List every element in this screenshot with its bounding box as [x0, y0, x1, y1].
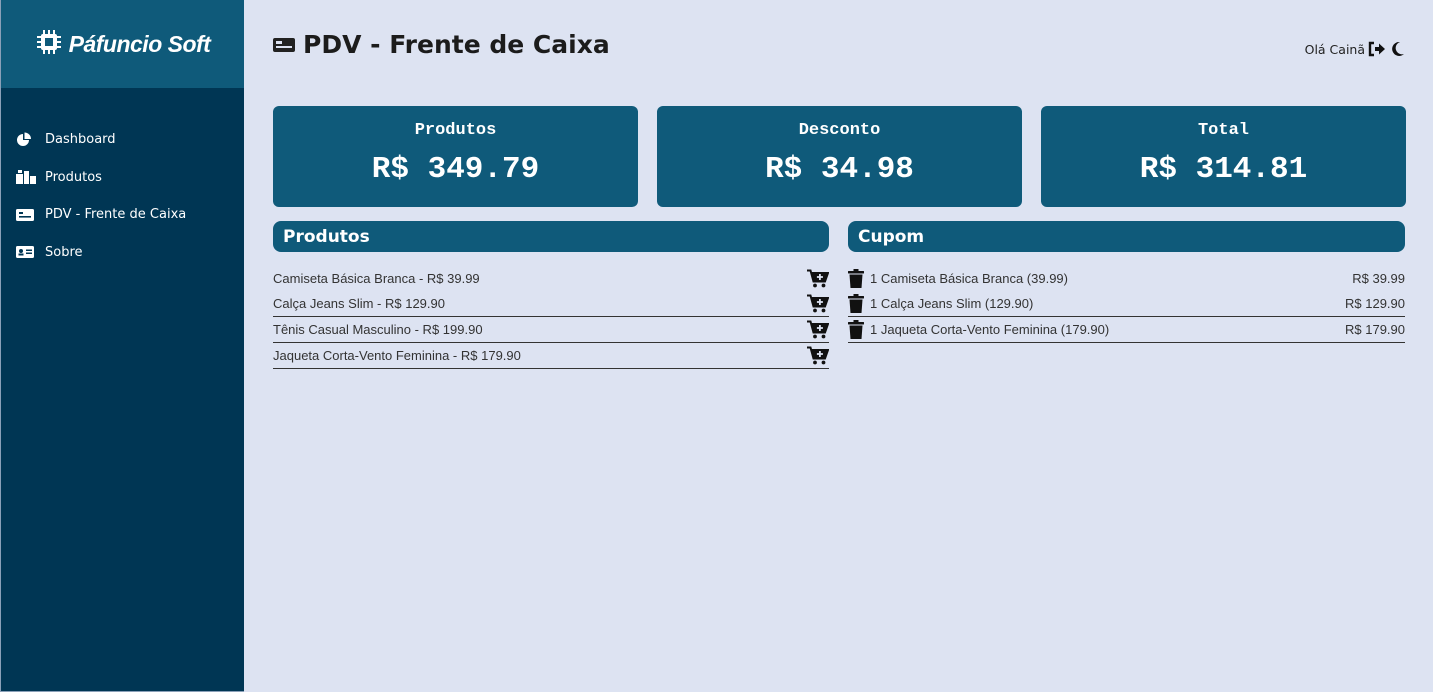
sidebar: Páfuncio Soft Dashboard Produtos PDV - F…: [0, 0, 244, 692]
list-item: 1 Camiseta Básica Branca (39.99) R$ 39.9…: [848, 265, 1405, 291]
desconto-card: Desconto R$ 34.98: [657, 106, 1022, 207]
product-label: Jaqueta Corta-Vento Feminina - R$ 179.90: [273, 348, 521, 363]
card-value: R$ 314.81: [1139, 152, 1308, 187]
list-item: 1 Calça Jeans Slim (129.90) R$ 129.90: [848, 291, 1405, 317]
page-title-text: PDV - Frente de Caixa: [303, 30, 610, 59]
card-label: Desconto: [798, 121, 881, 140]
list-item: 1 Jaqueta Corta-Vento Feminina (179.90) …: [848, 317, 1405, 343]
add-to-cart-icon[interactable]: [807, 320, 829, 339]
sidebar-item-label: Dashboard: [45, 132, 116, 148]
money-bill-icon: [273, 30, 295, 59]
product-label: Tênis Casual Masculino - R$ 199.90: [273, 322, 483, 337]
list-item: Calça Jeans Slim - R$ 129.90: [273, 291, 829, 317]
pie-chart-icon: [16, 132, 36, 148]
coupon-item-price: R$ 39.99: [1352, 270, 1405, 286]
panel-title: Cupom: [848, 221, 1405, 252]
brand-logo[interactable]: Páfuncio Soft: [1, 0, 244, 88]
product-label: Camiseta Básica Branca - R$ 39.99: [273, 270, 480, 286]
sidebar-item-pdv[interactable]: PDV - Frente de Caixa: [1, 196, 244, 234]
card-value: R$ 34.98: [765, 152, 914, 187]
coupon-item-label: 1 Camiseta Básica Branca (39.99): [870, 270, 1068, 286]
product-label: Calça Jeans Slim - R$ 129.90: [273, 296, 445, 311]
produtos-card: Produtos R$ 349.79: [273, 106, 638, 207]
boxes-icon: [16, 169, 36, 185]
sidebar-item-produtos[interactable]: Produtos: [1, 159, 244, 197]
list-item: Tênis Casual Masculino - R$ 199.90: [273, 317, 829, 343]
user-area: Olá Cainã: [1305, 41, 1405, 57]
coupon-item-left: 1 Camiseta Básica Branca (39.99): [848, 268, 1068, 288]
summary-cards: Produtos R$ 349.79 Desconto R$ 34.98 Tot…: [273, 106, 1406, 207]
panel-title: Produtos: [273, 221, 829, 252]
trash-icon[interactable]: [848, 268, 864, 288]
sidebar-nav: Dashboard Produtos PDV - Frente de Caixa…: [1, 121, 244, 271]
coupon-item-left: 1 Calça Jeans Slim (129.90): [848, 294, 1033, 313]
add-to-cart-icon[interactable]: [807, 269, 829, 288]
user-greeting: Olá Cainã: [1304, 41, 1365, 57]
coupon-item-left: 1 Jaqueta Corta-Vento Feminina (179.90): [848, 320, 1109, 339]
logout-icon[interactable]: [1368, 41, 1386, 57]
coupon-item-label: 1 Calça Jeans Slim (129.90): [870, 296, 1034, 311]
sidebar-item-label: Produtos: [45, 169, 102, 185]
list-item: Jaqueta Corta-Vento Feminina - R$ 179.90: [273, 343, 829, 369]
coupon-item-label: 1 Jaqueta Corta-Vento Feminina (179.90): [870, 322, 1110, 337]
sidebar-item-label: Sobre: [45, 244, 83, 260]
brand-name: Páfuncio Soft: [68, 30, 211, 57]
chip-icon: [35, 28, 63, 60]
list-item: Camiseta Básica Branca - R$ 39.99: [273, 265, 829, 291]
add-to-cart-icon[interactable]: [807, 346, 829, 365]
trash-icon[interactable]: [848, 320, 864, 339]
produtos-panel: Produtos Camiseta Básica Branca - R$ 39.…: [273, 221, 829, 369]
card-label: Total: [1197, 121, 1249, 140]
main-content: PDV - Frente de Caixa Olá Cainã Produtos…: [244, 0, 1433, 692]
coupon-item-price: R$ 129.90: [1345, 296, 1405, 311]
card-value: R$ 349.79: [371, 152, 540, 187]
total-card: Total R$ 314.81: [1041, 106, 1406, 207]
trash-icon[interactable]: [848, 294, 864, 313]
page-title: PDV - Frente de Caixa: [273, 30, 610, 59]
sidebar-item-dashboard[interactable]: Dashboard: [1, 121, 244, 159]
product-list: Camiseta Básica Branca - R$ 39.99 Calça …: [273, 265, 829, 369]
add-to-cart-icon[interactable]: [807, 294, 829, 313]
coupon-list: 1 Camiseta Básica Branca (39.99) R$ 39.9…: [848, 265, 1405, 343]
moon-icon[interactable]: [1391, 41, 1405, 57]
sidebar-item-sobre[interactable]: Sobre: [1, 234, 244, 272]
cupom-panel: Cupom 1 Camiseta Básica Branca (39.99) R…: [848, 221, 1405, 343]
sidebar-item-label: PDV - Frente de Caixa: [45, 207, 187, 223]
card-label: Produtos: [414, 121, 497, 140]
cash-register-icon: [16, 208, 36, 221]
id-card-icon: [16, 246, 36, 259]
coupon-item-price: R$ 179.90: [1345, 322, 1405, 337]
